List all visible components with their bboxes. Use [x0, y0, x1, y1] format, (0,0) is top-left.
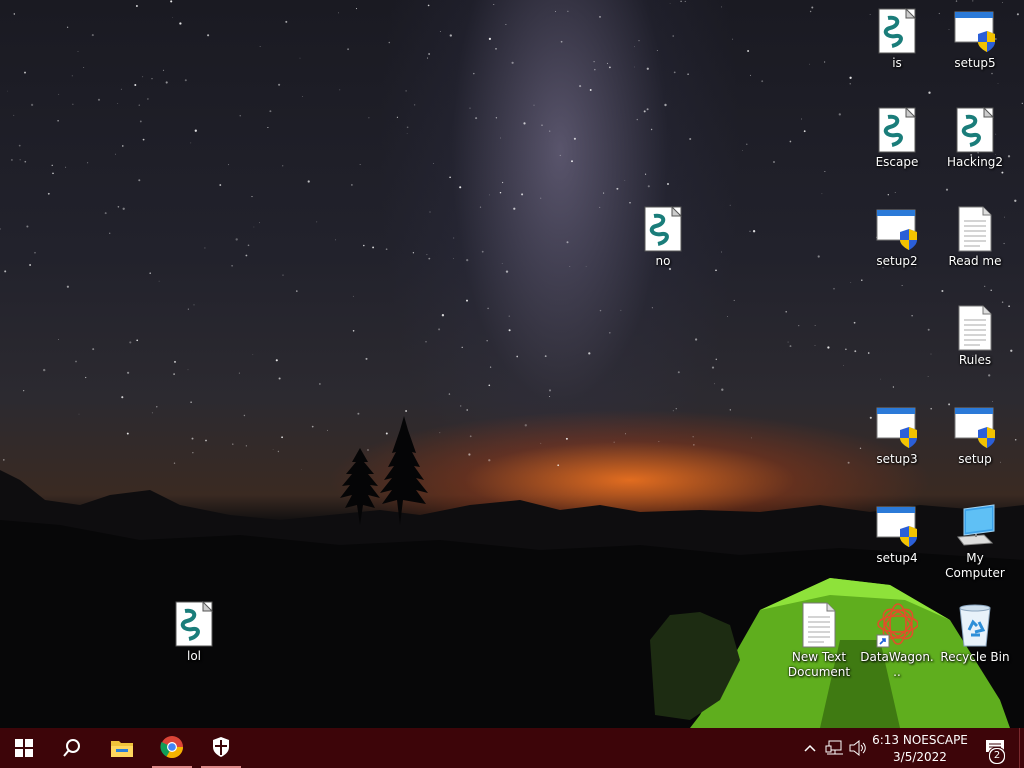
- clock-time: 6:13 NOESCAPE: [872, 732, 968, 747]
- desktop-icon-escape[interactable]: Escape: [859, 106, 935, 170]
- script-icon: [876, 7, 918, 54]
- volume-button[interactable]: [847, 728, 869, 768]
- desktop-icon-label: My Computer: [945, 551, 1005, 580]
- speaker-icon: [849, 740, 866, 756]
- chrome-button[interactable]: [152, 728, 192, 768]
- computer-icon: [954, 503, 996, 549]
- desktop-icon-my-computer[interactable]: My Computer: [937, 503, 1013, 581]
- datawagon-shortcut-icon: [876, 602, 919, 648]
- folder-icon: [111, 741, 133, 757]
- clock[interactable]: 6:13 NOESCAPE 3/5/2022: [872, 728, 968, 768]
- chevron-up-icon: [804, 744, 816, 752]
- desktop-icon-is[interactable]: is: [859, 7, 935, 71]
- desktop-icon-setup[interactable]: setup: [937, 404, 1013, 467]
- desktop-icon-label: Read me: [948, 254, 1002, 268]
- desktop-icon-label: setup3: [876, 452, 918, 466]
- desktop[interactable]: is setup5 Escape Hacking2 no setup2 Read…: [0, 0, 1024, 728]
- network-button[interactable]: [823, 728, 845, 768]
- script-icon: [173, 600, 215, 647]
- desktop-icon-label: setup: [958, 452, 992, 466]
- desktop-icon-hacking2[interactable]: Hacking2: [937, 106, 1013, 170]
- script-icon: [642, 205, 684, 252]
- desktop-icon-label: is: [892, 56, 902, 70]
- installer-icon: [954, 8, 996, 54]
- text-document-icon: [798, 602, 840, 648]
- desktop-icon-setup2[interactable]: setup2: [859, 206, 935, 269]
- desktop-icon-lol[interactable]: lol: [156, 600, 232, 664]
- desktop-icon-new-text-document[interactable]: New Text Document: [781, 602, 857, 680]
- recycle-bin-icon: [954, 602, 996, 648]
- search-button[interactable]: [48, 728, 96, 768]
- network-icon: [825, 740, 843, 755]
- installer-icon: [876, 503, 918, 549]
- desktop-icon-label: DataWagon...: [860, 650, 934, 679]
- installer-icon: [954, 404, 996, 450]
- desktop-icon-label: New Text Document: [787, 650, 851, 679]
- desktop-icon-label: setup2: [876, 254, 918, 268]
- desktop-icon-label: no: [655, 254, 671, 268]
- desktop-icon-setup3[interactable]: setup3: [859, 404, 935, 467]
- notification-count: 2: [990, 749, 1004, 763]
- shield-icon: [213, 737, 229, 757]
- script-icon: [876, 106, 918, 153]
- desktop-icon-setup4[interactable]: setup4: [859, 503, 935, 566]
- desktop-icon-label: setup5: [954, 56, 996, 70]
- desktop-icon-label: Rules: [958, 353, 992, 367]
- start-button[interactable]: [0, 728, 48, 768]
- text-document-icon: [954, 305, 996, 351]
- desktop-icon-rules[interactable]: Rules: [937, 305, 1013, 368]
- desktop-icon-label: Hacking2: [946, 155, 1004, 169]
- file-explorer-button[interactable]: [98, 728, 146, 768]
- desktop-icon-datawagon[interactable]: DataWagon...: [859, 602, 935, 680]
- show-desktop-button[interactable]: [1019, 728, 1024, 768]
- desktop-icon-no[interactable]: no: [625, 205, 701, 269]
- chrome-icon: [160, 736, 183, 758]
- desktop-icon-setup5[interactable]: setup5: [937, 8, 1013, 71]
- desktop-icon-recycle-bin[interactable]: Recycle Bin: [937, 602, 1013, 665]
- installer-icon: [876, 404, 918, 450]
- windows-logo-icon: [15, 739, 33, 757]
- desktop-icon-label: lol: [186, 649, 201, 663]
- text-document-icon: [954, 206, 996, 252]
- show-hidden-icons-button[interactable]: [800, 728, 820, 768]
- desktop-icon-label: Recycle Bin: [940, 650, 1010, 664]
- taskbar: 6:13 NOESCAPE 3/5/2022 2: [0, 728, 1024, 768]
- desktop-icon-read-me[interactable]: Read me: [937, 206, 1013, 269]
- security-button[interactable]: [201, 728, 241, 768]
- action-center-button[interactable]: 2: [978, 728, 1014, 768]
- search-icon: [63, 739, 80, 757]
- script-icon: [954, 106, 996, 153]
- desktop-icon-label: setup4: [876, 551, 918, 565]
- installer-icon: [876, 206, 918, 252]
- clock-date: 3/5/2022: [893, 749, 947, 764]
- notification-badge: 2: [988, 747, 1006, 765]
- desktop-icon-label: Escape: [875, 155, 919, 169]
